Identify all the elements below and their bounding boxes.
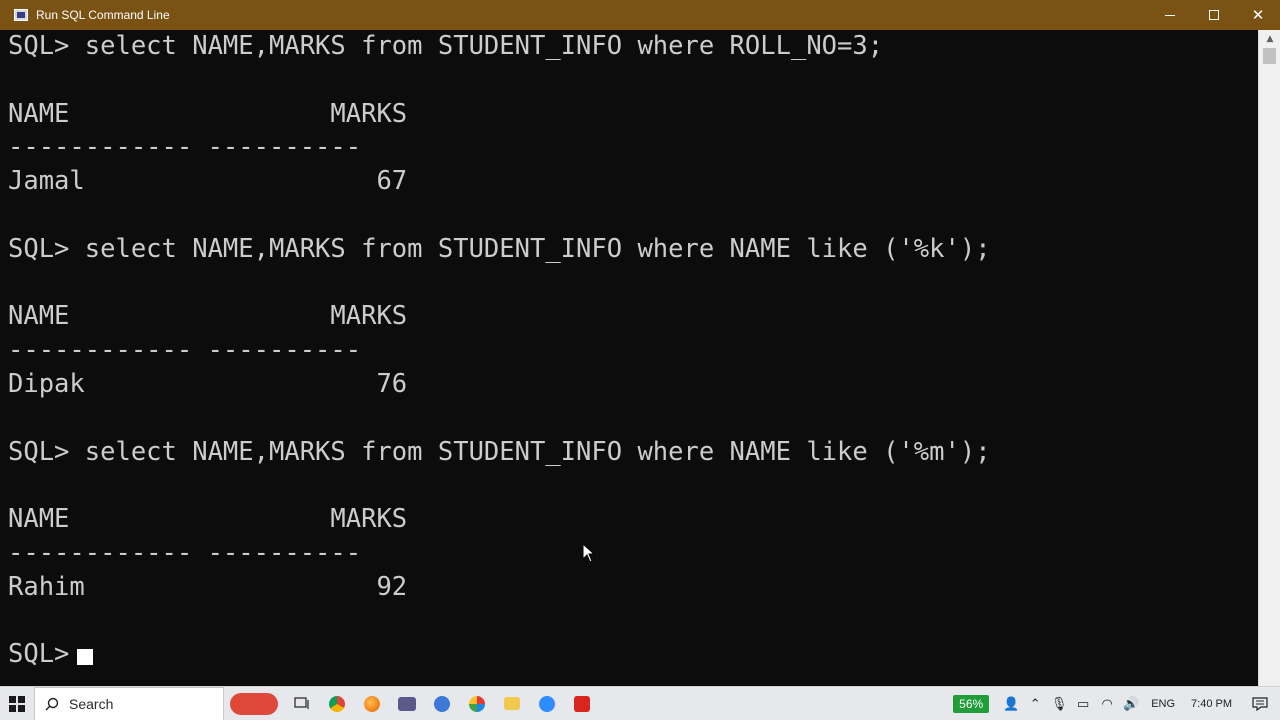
taskbar: Search 56% 👤 ⌃ 🎙 ▭ ◠ 🔊 ENG 7:40 PM xyxy=(0,686,1280,720)
console-line: ------------ ---------- xyxy=(8,537,362,568)
console-line: ------------ ---------- xyxy=(8,132,362,163)
search-placeholder: Search xyxy=(69,695,114,712)
language-indicator[interactable]: ENG xyxy=(1151,698,1175,710)
scroll-up-icon[interactable]: ▲ xyxy=(1259,30,1280,48)
paint-button[interactable] xyxy=(459,687,494,720)
start-button[interactable] xyxy=(0,687,34,720)
volume-icon[interactable]: 🔊 xyxy=(1119,687,1143,720)
zoom-button[interactable] xyxy=(529,687,564,720)
app-icon xyxy=(433,695,450,712)
taskbar-search-box[interactable]: Search xyxy=(34,686,224,720)
window-titlebar[interactable]: Run SQL Command Line ✕ xyxy=(0,0,1280,30)
sql-cmd-button[interactable] xyxy=(389,687,424,720)
folder-icon xyxy=(503,697,520,710)
maximize-icon xyxy=(1209,10,1219,20)
chrome-button[interactable] xyxy=(319,687,354,720)
console-output[interactable]: SQL> select NAME,MARKS from STUDENT_INFO… xyxy=(0,30,1258,686)
maximize-button[interactable] xyxy=(1192,0,1236,30)
sql-prompt: SQL> xyxy=(8,639,70,670)
console-line: NAME MARKS xyxy=(8,98,408,129)
chevron-up-icon[interactable]: ⌃ xyxy=(1023,687,1047,720)
vertical-scrollbar[interactable]: ▲ xyxy=(1258,30,1280,686)
console-line: Dipak 76 xyxy=(8,368,408,399)
sql-cmd-icon xyxy=(397,696,416,711)
console-line: Jamal 67 xyxy=(8,166,408,197)
battery-percent-badge[interactable]: 56% xyxy=(953,695,990,713)
sql-app-icon xyxy=(14,9,28,21)
system-tray: 56% 👤 ⌃ 🎙 ▭ ◠ 🔊 ENG 7:40 PM xyxy=(953,687,1280,720)
acrobat-button[interactable] xyxy=(564,687,599,720)
file-explorer-button[interactable] xyxy=(494,687,529,720)
food-thumbnail[interactable] xyxy=(230,692,278,715)
console-line: Rahim 92 xyxy=(8,571,408,602)
zoom-icon xyxy=(538,695,555,712)
minimize-button[interactable] xyxy=(1148,0,1192,30)
chrome-icon xyxy=(328,695,345,712)
minimize-icon xyxy=(1165,14,1175,16)
windows-icon xyxy=(9,695,25,712)
acrobat-icon xyxy=(573,695,590,712)
firefox-icon xyxy=(363,695,380,712)
app-button[interactable] xyxy=(424,687,459,720)
person-icon[interactable]: 👤 xyxy=(999,687,1023,720)
battery-icon[interactable]: ▭ xyxy=(1071,687,1095,720)
clock[interactable]: 7:40 PM xyxy=(1191,698,1232,710)
console-line: SQL> select NAME,MARKS from STUDENT_INFO… xyxy=(8,436,991,467)
notification-icon xyxy=(1252,697,1268,711)
console-line: SQL> select NAME,MARKS from STUDENT_INFO… xyxy=(8,31,884,61)
console-line: NAME MARKS xyxy=(8,504,408,535)
prompt-line[interactable]: SQL> xyxy=(8,638,1258,672)
text-cursor xyxy=(77,649,94,666)
console-line: NAME MARKS xyxy=(8,301,408,332)
console-line: ------------ ---------- xyxy=(8,335,362,366)
close-button[interactable]: ✕ xyxy=(1236,0,1280,30)
firefox-button[interactable] xyxy=(354,687,389,720)
task-view-button[interactable] xyxy=(284,687,319,720)
mouse-pointer-icon xyxy=(582,543,596,563)
task-view-icon xyxy=(293,696,309,709)
search-icon xyxy=(45,697,59,710)
wifi-icon[interactable]: ◠ xyxy=(1095,687,1119,720)
window-controls: ✕ xyxy=(1148,0,1280,30)
microphone-icon[interactable]: 🎙 xyxy=(1047,687,1071,720)
close-icon: ✕ xyxy=(1251,5,1265,24)
notification-button[interactable] xyxy=(1240,687,1280,720)
scrollbar-thumb[interactable] xyxy=(1263,48,1276,64)
paint-icon xyxy=(468,695,485,712)
console-line: SQL> select NAME,MARKS from STUDENT_INFO… xyxy=(8,233,991,264)
window-title: Run SQL Command Line xyxy=(36,8,170,22)
